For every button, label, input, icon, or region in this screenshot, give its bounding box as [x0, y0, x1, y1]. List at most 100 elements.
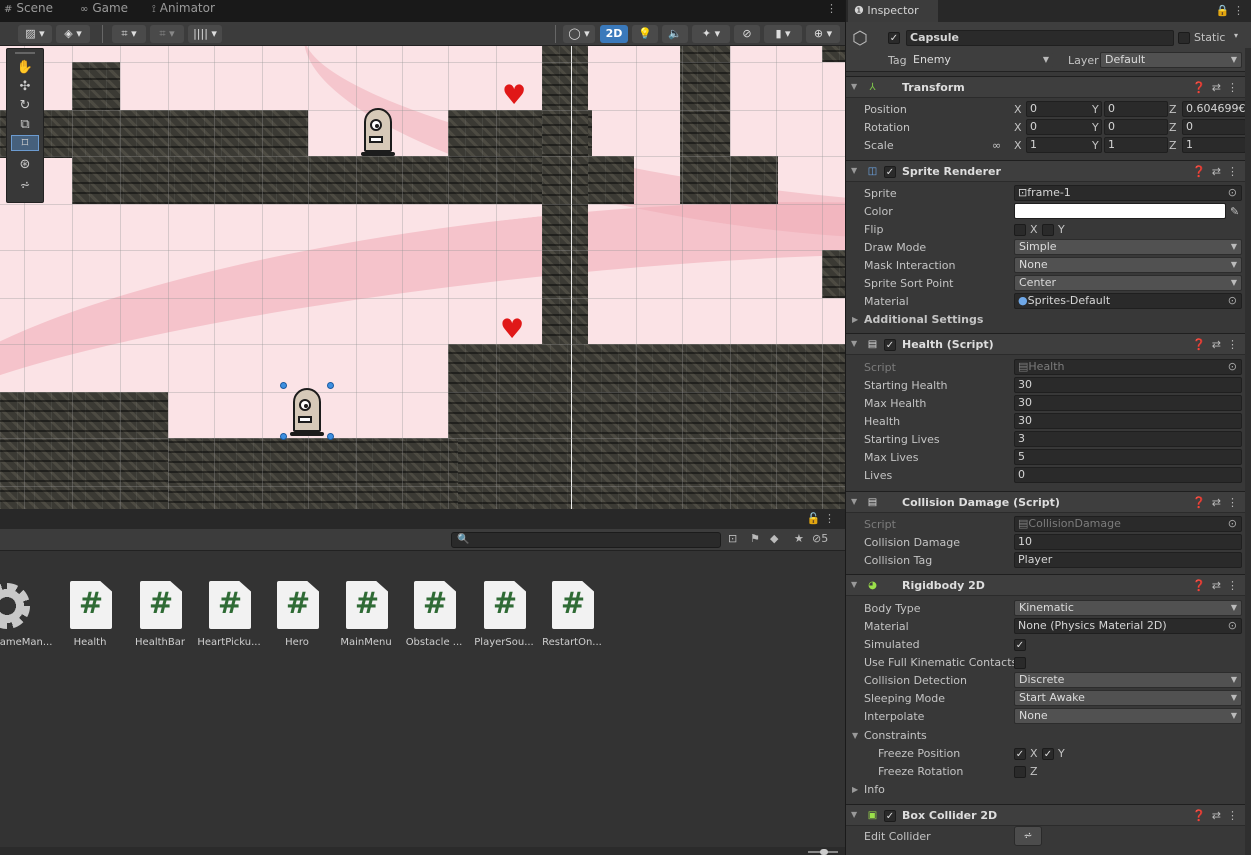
axis-x-label[interactable]: X	[1014, 139, 1022, 152]
favorite-star-icon[interactable]: ★	[794, 532, 804, 545]
sprite-renderer-header[interactable]: ▼ ◫ ✓ Sprite Renderer ❓⇄⋮	[846, 160, 1251, 182]
tag-filter-icon[interactable]: ◆	[770, 532, 778, 545]
asset-item[interactable]: # Hero	[263, 581, 331, 653]
render-mode-dropdown[interactable]: ◈ ▾	[56, 25, 90, 43]
sleeping-mode-dropdown[interactable]: Start Awake ▼	[1014, 690, 1242, 706]
search-by-label-icon[interactable]: ⚑	[750, 532, 760, 545]
project-scrollbar[interactable]	[0, 847, 845, 855]
camera-dropdown[interactable]: ▮ ▾	[764, 25, 802, 43]
collision-damage-header[interactable]: ▼ ▤ Collision Damage (Script) ❓⇄⋮	[846, 491, 1251, 513]
draw-mode-dropdown[interactable]: ▨ ▾	[18, 25, 52, 43]
object-picker-icon[interactable]: ⊙	[1228, 619, 1237, 633]
max-health-input[interactable]: 30	[1014, 395, 1242, 411]
axis-y-label[interactable]: Y	[1092, 121, 1099, 134]
link-scale-icon[interactable]: ∞	[992, 139, 1001, 152]
hidden-objects-icon[interactable]: ⊘	[734, 25, 760, 43]
audio-icon[interactable]: 🔈	[662, 25, 688, 43]
asset-item[interactable]: # PlayerSou...	[470, 581, 538, 653]
color-swatch[interactable]	[1014, 203, 1226, 219]
object-name-input[interactable]: Capsule	[906, 30, 1174, 46]
max-lives-input[interactable]: 5	[1014, 449, 1242, 465]
axis-y-label[interactable]: Y	[1092, 103, 1099, 116]
position-x-input[interactable]: 0	[1026, 101, 1102, 117]
rect-handle-top-left[interactable]	[280, 382, 287, 389]
flip-x-checkbox[interactable]	[1014, 223, 1026, 236]
info-foldout[interactable]: Info	[864, 783, 885, 796]
collision-tag-input[interactable]: Player	[1014, 552, 1242, 568]
fold-arrow-icon[interactable]: ▶	[852, 785, 858, 794]
component-menu-icons[interactable]: ❓⇄⋮	[1192, 81, 1244, 94]
sprite-renderer-enabled-checkbox[interactable]: ✓	[884, 165, 896, 178]
position-y-input[interactable]: 0	[1104, 101, 1168, 117]
flip-y-checkbox[interactable]	[1042, 223, 1054, 236]
rotation-z-input[interactable]: 0	[1182, 119, 1246, 135]
axis-z-label[interactable]: Z	[1169, 121, 1177, 134]
increment-snap-button[interactable]: |||| ▾	[188, 25, 222, 43]
scale-z-input[interactable]: 1	[1182, 137, 1246, 153]
grid-toggle-button[interactable]: ⌗ ▾	[150, 25, 184, 43]
simulated-checkbox[interactable]: ✓	[1014, 638, 1026, 651]
scale-y-input[interactable]: 1	[1104, 137, 1168, 153]
fold-arrow-icon[interactable]: ▶	[852, 315, 858, 324]
freeze-rot-z-checkbox[interactable]	[1014, 765, 1026, 778]
mode-2d-button[interactable]: 2D	[600, 25, 628, 43]
scale-tool-icon[interactable]: ⧉	[11, 116, 39, 132]
transform-header[interactable]: ▼ ⅄ Transform ❓⇄⋮	[846, 76, 1251, 98]
axis-z-label[interactable]: Z	[1169, 139, 1177, 152]
additional-settings-foldout[interactable]: Additional Settings	[864, 313, 983, 326]
health-script-header[interactable]: ▼ ▤ ✓ Health (Script) ❓⇄⋮	[846, 333, 1251, 355]
tab-game[interactable]: ∞ Game	[80, 0, 144, 22]
tag-dropdown[interactable]: Enemy ▼	[908, 52, 1054, 68]
axis-x-label[interactable]: X	[1014, 103, 1022, 116]
component-menu-icons[interactable]: ❓⇄⋮	[1192, 165, 1244, 178]
collision-damage-input[interactable]: 10	[1014, 534, 1242, 550]
collision-detection-dropdown[interactable]: Discrete ▼	[1014, 672, 1242, 688]
freeze-pos-y-checkbox[interactable]: ✓	[1042, 747, 1054, 760]
active-checkbox[interactable]: ✓	[888, 31, 900, 44]
rect-tool-icon[interactable]: ⌑	[11, 135, 39, 151]
transform-tool-icon[interactable]: ⊛	[11, 156, 39, 172]
lighting-icon[interactable]: 💡	[632, 25, 658, 43]
box-collider-header[interactable]: ▼ ▣ ✓ Box Collider 2D ❓⇄⋮	[846, 804, 1251, 826]
rigidbody-2d-header[interactable]: ▼ ◕ Rigidbody 2D ❓⇄⋮	[846, 574, 1251, 596]
tab-animator[interactable]: ⟟ Animator	[152, 0, 242, 22]
component-menu-icons[interactable]: ❓⇄⋮	[1192, 809, 1244, 822]
asset-item[interactable]: # Health	[56, 581, 124, 653]
fold-arrow-icon[interactable]: ▼	[852, 731, 858, 740]
project-search-input[interactable]: 🔍	[451, 532, 721, 548]
layer-dropdown[interactable]: Default ▼	[1100, 52, 1242, 68]
asset-item[interactable]: # HeartPicku...	[195, 581, 263, 653]
axis-z-label[interactable]: Z	[1169, 103, 1177, 116]
box-collider-enabled-checkbox[interactable]: ✓	[884, 809, 896, 822]
component-menu-icons[interactable]: ❓⇄⋮	[1192, 579, 1244, 592]
hidden-packages-icon[interactable]: ⊘5	[812, 532, 828, 545]
tab-scene[interactable]: # Scene	[4, 0, 70, 22]
shading-dropdown[interactable]: ◯ ▾	[563, 25, 595, 43]
grid-snap-button[interactable]: ⌗ ▾	[112, 25, 146, 43]
rotation-x-input[interactable]: 0	[1026, 119, 1102, 135]
lock-menu-icon[interactable]: 🔓 ⋮	[807, 512, 835, 525]
sprite-object-field[interactable]: ⊡frame-1 ⊙	[1014, 185, 1242, 201]
icon-size-slider-knob[interactable]	[820, 849, 828, 855]
enemy-sprite[interactable]	[361, 108, 395, 156]
lives-input[interactable]: 0	[1014, 467, 1242, 483]
gizmos-dropdown[interactable]: ⊕ ▾	[806, 25, 840, 43]
heart-pickup-sprite[interactable]: ♥	[502, 82, 526, 109]
mask-interaction-dropdown[interactable]: None ▼	[1014, 257, 1242, 273]
rect-handle-bottom-right[interactable]	[327, 433, 334, 440]
custom-tool-icon[interactable]: ⩫	[11, 177, 39, 193]
component-menu-icons[interactable]: ❓⇄⋮	[1192, 496, 1244, 509]
sort-point-dropdown[interactable]: Center ▼	[1014, 275, 1242, 291]
asset-item[interactable]: # Obstacle ...	[400, 581, 468, 653]
freeze-pos-x-checkbox[interactable]: ✓	[1014, 747, 1026, 760]
edit-collider-button[interactable]: ⩫	[1014, 826, 1042, 846]
static-checkbox[interactable]	[1178, 31, 1190, 44]
asset-item[interactable]: # HealthBar	[126, 581, 194, 653]
health-enabled-checkbox[interactable]: ✓	[884, 338, 896, 351]
health-input[interactable]: 30	[1014, 413, 1242, 429]
axis-y-label[interactable]: Y	[1092, 139, 1099, 152]
heart-pickup-sprite[interactable]: ♥	[500, 316, 524, 343]
object-picker-icon[interactable]: ⊙	[1228, 294, 1237, 308]
static-dropdown-icon[interactable]: ▾	[1234, 31, 1238, 40]
component-menu-icons[interactable]: ❓⇄⋮	[1192, 338, 1244, 351]
